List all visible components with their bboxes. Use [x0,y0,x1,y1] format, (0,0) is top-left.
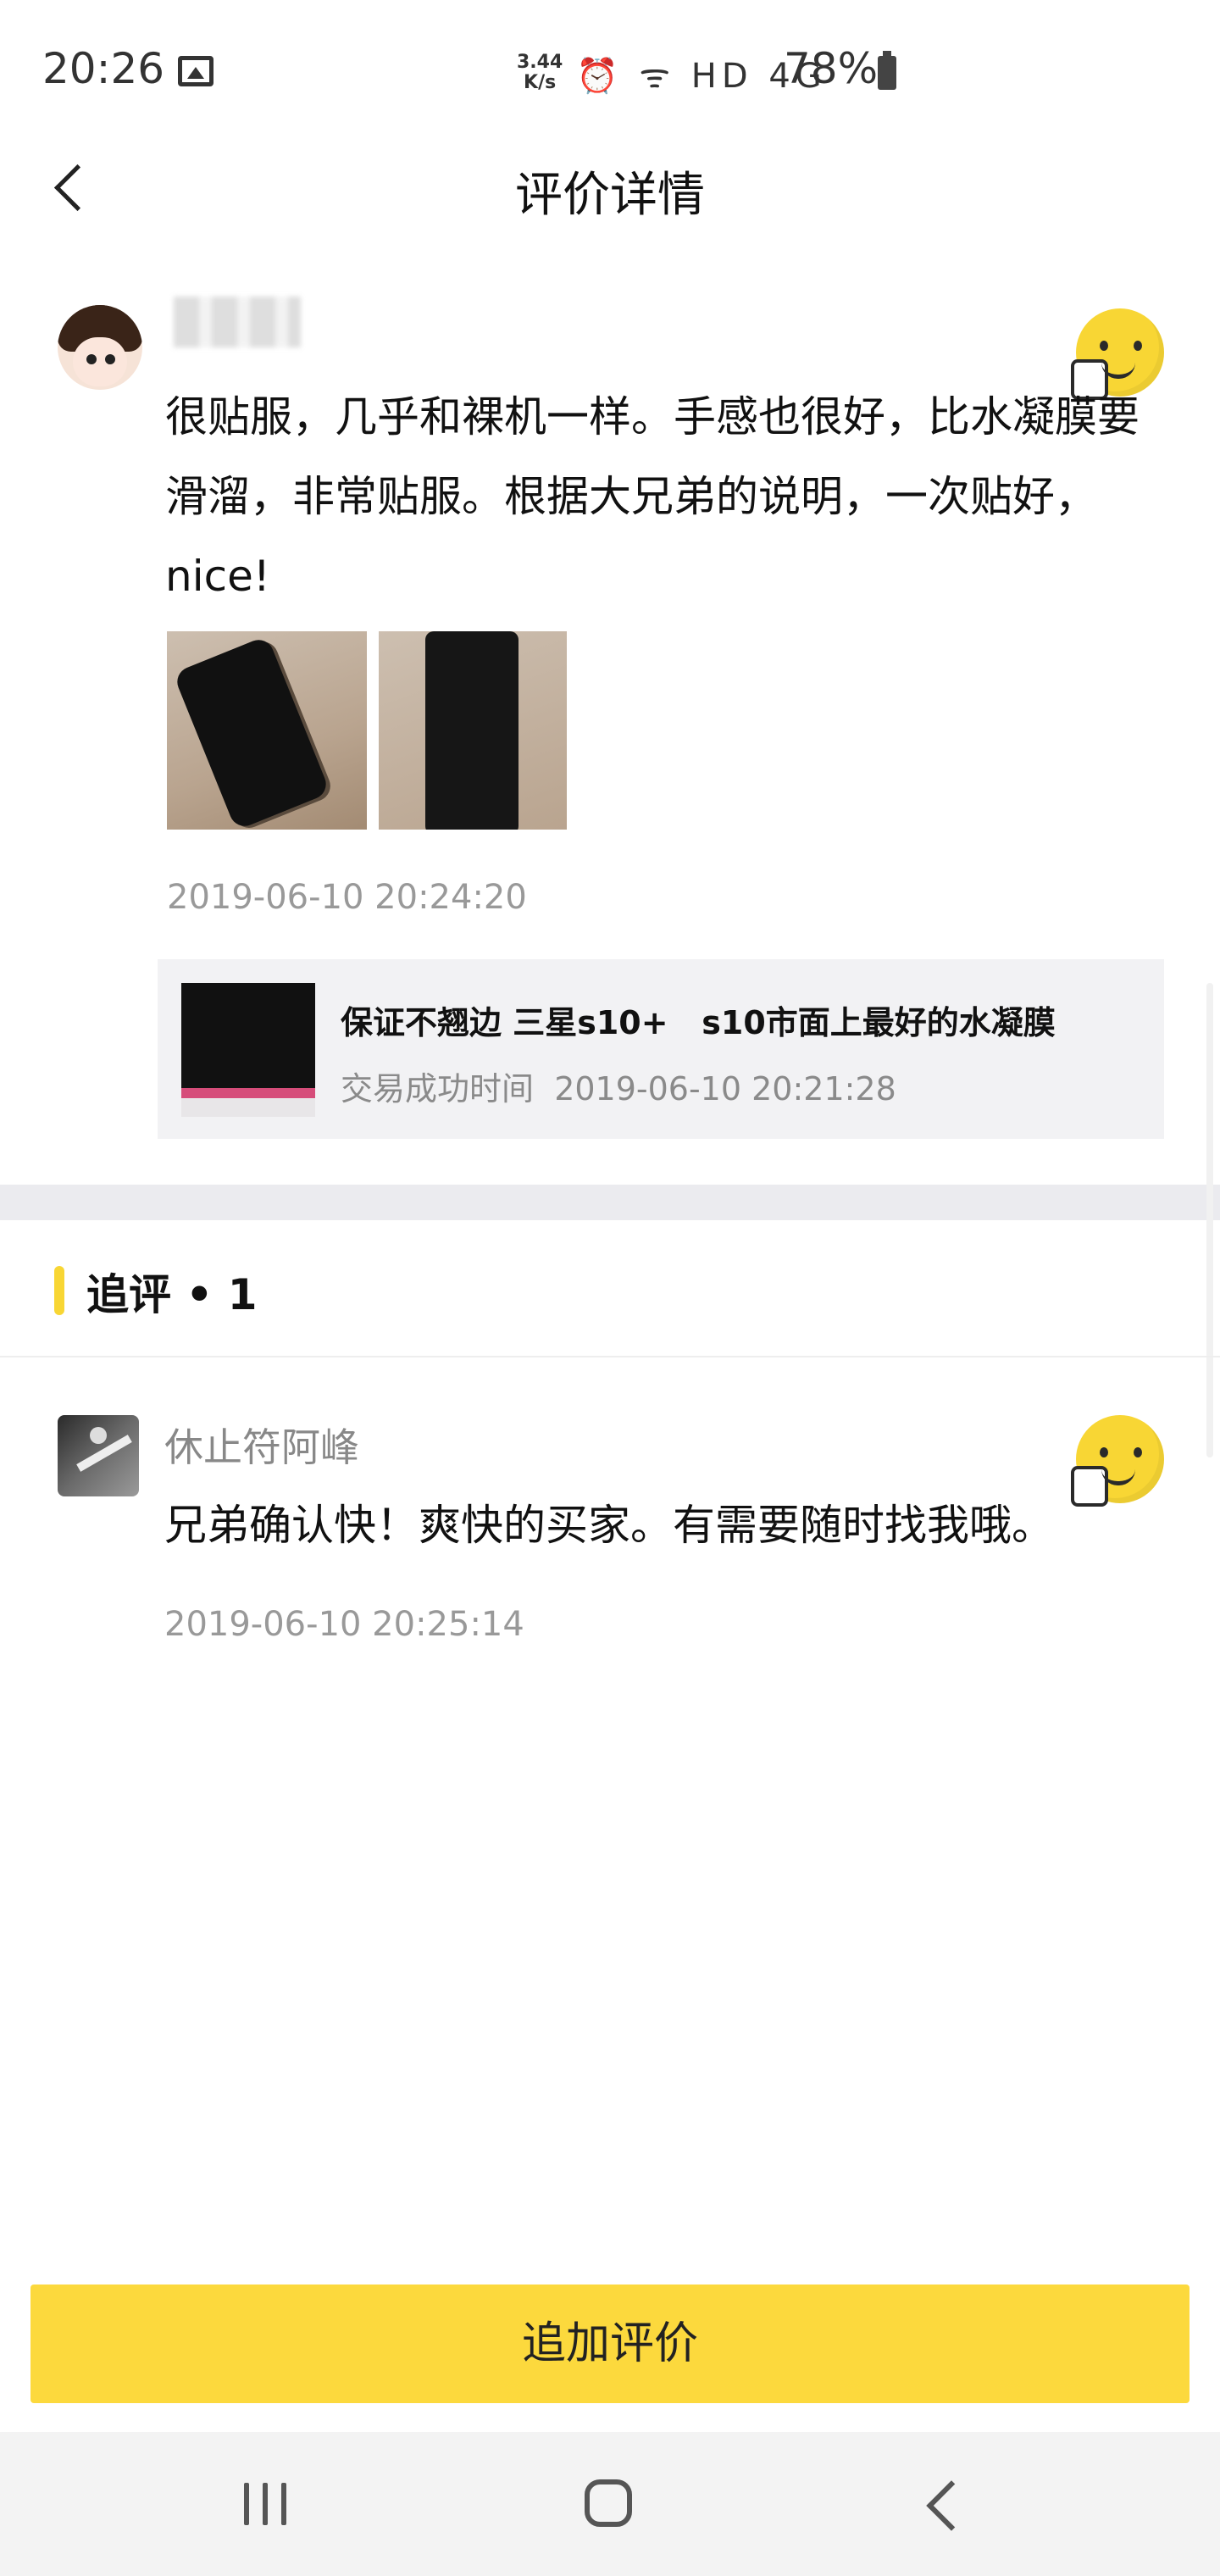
image-icon [178,56,214,86]
add-review-button[interactable]: 追加评价 [30,2285,1190,2403]
divider [0,1356,1220,1357]
home-icon[interactable] [585,2479,632,2527]
avatar[interactable] [58,305,142,390]
network-speed-unit: K/s [524,72,557,93]
section-divider [0,1185,1220,1220]
scroll-indicator [1206,983,1213,1457]
product-meta: 交易成功时间 2019-06-10 20:21:28 [341,1063,896,1109]
review-time: 2019-06-10 20:24:20 [167,878,527,917]
review-text: 很贴服，几乎和裸机一样。手感也很好，比水凝膜要滑溜，非常贴服。根据大兄弟的说明，… [165,392,1140,601]
product-meta-time: 2019-06-10 20:21:28 [554,1070,896,1108]
network-speed-value: 3.44 [517,52,563,73]
product-title: 保证不翘边 三星s10+ s10市面上最好的水凝膜 [341,1004,1056,1041]
recent-apps-icon[interactable] [244,2483,288,2525]
review-photo-2[interactable] [379,631,567,830]
reviewer-name-blurred [174,297,301,347]
status-time: 20:26 [42,44,165,93]
product-thumbnail [181,983,315,1117]
product-card[interactable]: 保证不翘边 三星s10+ s10市面上最好的水凝膜 交易成功时间 2019-06… [158,959,1164,1139]
followup-title: 追评 • 1 [86,1270,258,1319]
thumbs-up-smiley-icon [1071,1415,1164,1507]
section-accent-bar [54,1266,64,1315]
product-meta-label: 交易成功时间 [341,1070,535,1108]
followup-text: 兄弟确认快！爽快的买家。有需要随时找我哦。 [164,1501,1054,1550]
followup-time: 2019-06-10 20:25:14 [164,1605,524,1644]
review-photo-1[interactable] [167,631,367,830]
followup-user-name[interactable]: 休止符阿峰 [164,1417,359,1473]
page-title: 评价详情 [515,168,705,223]
battery-icon [878,51,896,90]
seller-avatar[interactable] [58,1415,139,1496]
network-speed: 3.44 K/s [517,53,563,93]
battery-percent: 78% [784,44,879,93]
